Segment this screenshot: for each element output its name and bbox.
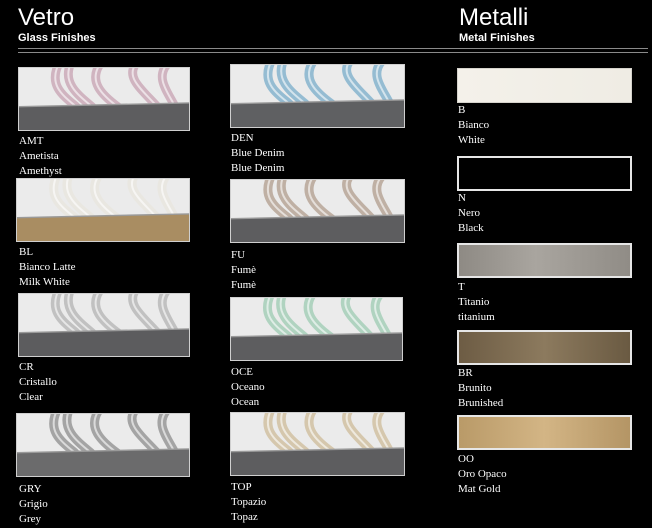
glass-caption-oce: OCE Oceano Ocean bbox=[231, 365, 265, 410]
glass-arms-illustration bbox=[19, 68, 189, 130]
finish-name-en: Mat Gold bbox=[458, 483, 501, 495]
glass-arms-illustration bbox=[231, 413, 404, 475]
finish-name-en: Black bbox=[458, 222, 484, 234]
metal-swatch-nero[interactable] bbox=[457, 156, 632, 191]
finish-name-it: Oro Opaco bbox=[458, 468, 507, 480]
finish-name-en: Clear bbox=[19, 391, 43, 403]
finish-name-it: Ametista bbox=[19, 150, 59, 162]
finish-code: TOP bbox=[231, 481, 252, 493]
divider-line bbox=[18, 48, 648, 49]
metal-subtitle: Metal Finishes bbox=[459, 32, 535, 44]
metal-swatch-titanio[interactable] bbox=[457, 243, 632, 278]
finish-code: AMT bbox=[19, 135, 44, 147]
finish-name-it: Bianco Latte bbox=[19, 261, 76, 273]
finish-name-it: Cristallo bbox=[19, 376, 57, 388]
metal-title: Metalli bbox=[459, 4, 529, 31]
glass-caption-cr: CR Cristallo Clear bbox=[19, 360, 57, 405]
glass-swatch-oce[interactable] bbox=[230, 297, 403, 361]
finish-code: OO bbox=[458, 453, 474, 465]
metal-swatch-bianco[interactable] bbox=[457, 68, 632, 103]
glass-caption-gry: GRY Grigio Grey bbox=[19, 482, 48, 527]
finish-name-en: White bbox=[458, 134, 485, 146]
metal-swatch-brunito[interactable] bbox=[457, 330, 632, 365]
metal-caption-brunito: BR Brunito Brunished bbox=[458, 366, 503, 411]
glass-title: Vetro bbox=[18, 4, 75, 31]
glass-swatch-bl[interactable] bbox=[16, 178, 190, 242]
metal-caption-titanio: T Titanio titanium bbox=[458, 280, 495, 325]
glass-subtitle: Glass Finishes bbox=[18, 32, 96, 44]
glass-swatch-amt[interactable] bbox=[18, 67, 190, 131]
glass-caption-bl: BL Bianco Latte Milk White bbox=[19, 245, 76, 290]
glass-finishes-heading: Vetro Glass Finishes bbox=[18, 4, 96, 45]
finish-name-en: Ocean bbox=[231, 396, 260, 408]
finish-name-en: Brunished bbox=[458, 397, 504, 409]
finish-code: FU bbox=[231, 249, 246, 261]
finish-name-en: Blue Denim bbox=[231, 162, 285, 174]
glass-swatch-den[interactable] bbox=[230, 64, 405, 128]
finish-name-it: Bianco bbox=[458, 119, 490, 131]
glass-swatch-cr[interactable] bbox=[18, 293, 190, 357]
finish-code: CR bbox=[19, 361, 34, 373]
glass-arms-illustration bbox=[231, 180, 404, 242]
finish-code: T bbox=[458, 281, 465, 293]
glass-arms-illustration bbox=[17, 179, 189, 241]
finish-name-en: Topaz bbox=[231, 511, 258, 523]
glass-arms-illustration bbox=[231, 65, 404, 127]
glass-arms-illustration bbox=[19, 294, 189, 356]
finish-name-en: Amethyst bbox=[19, 165, 62, 177]
divider-line bbox=[18, 52, 648, 53]
finish-name-it: Grigio bbox=[19, 498, 48, 510]
finish-name-en: Milk White bbox=[19, 276, 70, 288]
finish-code: OCE bbox=[231, 366, 253, 378]
finish-name-en: Fumè bbox=[231, 279, 257, 291]
finish-name-it: Fumè bbox=[231, 264, 257, 276]
finish-name-it: Titanio bbox=[458, 296, 490, 308]
glass-arms-illustration bbox=[231, 298, 402, 360]
finish-code: GRY bbox=[19, 483, 42, 495]
glass-caption-den: DEN Blue Denim Blue Denim bbox=[231, 131, 284, 176]
finish-name-it: Nero bbox=[458, 207, 480, 219]
finish-name-it: Oceano bbox=[231, 381, 265, 393]
finish-name-en: titanium bbox=[458, 311, 495, 323]
metal-finishes-heading: Metalli Metal Finishes bbox=[459, 4, 535, 45]
glass-arms-illustration bbox=[17, 414, 189, 476]
glass-caption-fu: FU Fumè Fumè bbox=[231, 248, 256, 293]
metal-swatch-oro-opaco[interactable] bbox=[457, 415, 632, 450]
metal-caption-nero: N Nero Black bbox=[458, 191, 484, 236]
finish-code: N bbox=[458, 192, 466, 204]
glass-swatch-top[interactable] bbox=[230, 412, 405, 476]
glass-swatch-fu[interactable] bbox=[230, 179, 405, 243]
finish-name-it: Topazio bbox=[231, 496, 267, 508]
finish-name-it: Blue Denim bbox=[231, 147, 285, 159]
finish-code: B bbox=[458, 104, 466, 116]
glass-caption-amt: AMT Ametista Amethyst bbox=[19, 134, 62, 179]
metal-caption-bianco: B Bianco White bbox=[458, 103, 489, 148]
finish-code: BR bbox=[458, 367, 473, 379]
finish-code: DEN bbox=[231, 132, 254, 144]
finish-name-en: Grey bbox=[19, 513, 41, 525]
glass-swatch-gry[interactable] bbox=[16, 413, 190, 477]
finish-name-it: Brunito bbox=[458, 382, 492, 394]
finish-code: BL bbox=[19, 246, 34, 258]
glass-caption-top: TOP Topazio Topaz bbox=[231, 480, 266, 525]
metal-caption-oro-opaco: OO Oro Opaco Mat Gold bbox=[458, 452, 507, 497]
